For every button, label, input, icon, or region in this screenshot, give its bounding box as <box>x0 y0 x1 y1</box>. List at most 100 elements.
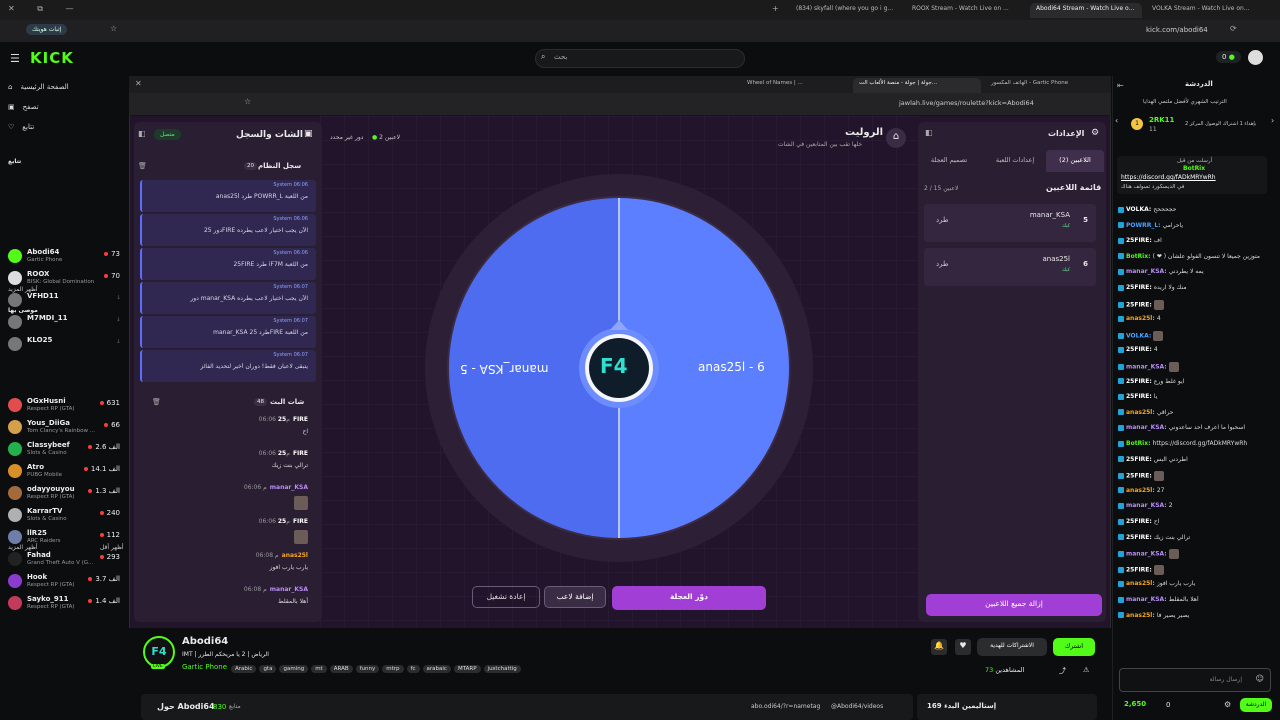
nav-home[interactable]: ⌂ الصفحة الرئيسية <box>8 83 69 91</box>
inner-url[interactable]: jawlah.live/games/roulette?kick=Abodi64 <box>899 99 1034 107</box>
chat-username[interactable]: manar_KSA: <box>1126 268 1169 275</box>
tab-roox[interactable]: ROOX Stream - Watch Live on ... <box>906 3 1026 18</box>
show-less[interactable]: أظهر أقل <box>100 544 124 551</box>
settings-icon[interactable]: ⚙ <box>1224 700 1231 709</box>
collapse-icon[interactable]: ◧ <box>138 129 146 138</box>
social-youtube[interactable]: @Abodi64/videos <box>831 703 883 710</box>
chat-username[interactable]: anas25l: <box>1126 612 1157 619</box>
stream-tag[interactable]: mt <box>311 665 327 673</box>
chat-username[interactable]: VOLKA: <box>1126 332 1153 339</box>
sidebar-channel[interactable]: Hook Respect RP (GTA) 3.7 الف <box>6 572 124 594</box>
search-input[interactable]: بحث <box>535 49 745 68</box>
chat-username[interactable]: 25FIRE: <box>1126 473 1154 480</box>
chat-username[interactable]: 25FIRE: <box>1126 237 1154 244</box>
kick-player-button[interactable]: طرد <box>936 260 949 268</box>
sidebar-channel[interactable]: Atro PUBG Mobile 14.1 الف <box>6 462 124 484</box>
inner-tab-gartic[interactable]: الهاتف المكسور - Gartic Phone <box>985 78 1105 93</box>
window-controls[interactable]: ✕ ⧉ — <box>8 4 84 14</box>
reload-icon[interactable]: ⟳ <box>1230 24 1237 33</box>
trash-icon[interactable]: 🗑 <box>152 398 161 406</box>
send-chat-button[interactable]: الدردشة <box>1240 698 1272 712</box>
menu-icon[interactable]: ☰ <box>10 52 20 65</box>
star-icon[interactable]: ☆ <box>244 97 251 106</box>
stream-tag[interactable]: Arabic <box>231 665 257 673</box>
restart-button[interactable]: إعادة تشغيل <box>472 586 540 608</box>
new-tab-button[interactable]: + <box>772 4 779 13</box>
chat-username[interactable]: manar_KSA: <box>1126 551 1169 558</box>
chat-username[interactable]: anas25l: <box>1126 487 1157 494</box>
inner-tab-wheel[interactable]: Wheel of Names | ... <box>741 78 849 93</box>
spin-button[interactable]: دوّر العجلة <box>612 586 766 610</box>
stream-tag[interactable]: justchattig <box>483 665 521 673</box>
inner-tab-jawlah[interactable]: جولة | جولة - منصة الألعاب الت... <box>853 78 981 93</box>
pinned-message[interactable]: أرسلت من قبل BotRix https://discord.gg/f… <box>1117 156 1267 194</box>
chat-username[interactable]: manar_KSA: <box>1126 424 1169 431</box>
sidebar-channel[interactable]: Fahad Grand Theft Auto V (G... 293 <box>6 550 124 572</box>
social-instagram[interactable]: abo.odi64/?r=nametag <box>751 703 820 710</box>
bell-icon[interactable]: 🔔 <box>931 639 947 655</box>
share-icon[interactable]: ⤴ <box>1059 666 1066 676</box>
tab-volka[interactable]: VOLKA Stream - Watch Live on... <box>1146 3 1266 18</box>
wallet-badge[interactable]: 0 ● <box>1216 51 1241 63</box>
chat-username[interactable]: 25FIRE: <box>1126 301 1154 308</box>
chat-username[interactable]: manar_KSA: <box>1126 502 1169 509</box>
pinned-link[interactable]: https://discord.gg/fADkMRYwRh <box>1121 174 1216 181</box>
sidebar-channel[interactable]: Abodi64 Gartic Phone 73 <box>6 247 124 269</box>
stream-tag[interactable]: funny <box>355 665 380 673</box>
stream-tag[interactable]: arabaic <box>422 665 451 673</box>
gift-subs-button[interactable]: الاشتراكات للهدية <box>977 638 1047 656</box>
chat-username[interactable]: 25FIRE: <box>1126 534 1154 541</box>
chat-username[interactable]: BotRix: <box>1126 440 1153 447</box>
chat-input[interactable]: إرسال رسالة ☺ <box>1119 668 1271 692</box>
leader-card[interactable]: 1 2RK11 11 بإهداء 1 اشتراك الوصول المركز… <box>1129 114 1267 136</box>
chat-username[interactable]: anas25l: <box>1126 580 1157 587</box>
stream-tag[interactable]: mtrp <box>382 665 404 673</box>
collapse-chat-icon[interactable]: ⇤ <box>1117 81 1124 90</box>
chat-username[interactable]: anas25l: <box>1126 409 1157 416</box>
settings-tab[interactable]: اللاعبين (2) <box>1046 150 1104 172</box>
chat-username[interactable]: 25FIRE: <box>1126 378 1154 385</box>
sidebar-channel[interactable]: KarrarTV Slots & Casino 240 <box>6 506 124 528</box>
stream-tag[interactable]: gta <box>259 665 277 673</box>
stream-tag[interactable]: ARAB <box>329 665 353 673</box>
sidebar-channel[interactable]: M7MDI_11 ↆ <box>6 313 124 335</box>
channel-points[interactable]: 2,650 <box>1124 700 1146 708</box>
add-player-button[interactable]: إضافة لاعب <box>544 586 606 608</box>
avatar[interactable] <box>1248 50 1263 65</box>
nav-browse[interactable]: ▣ تصفح <box>8 103 39 111</box>
settings-tab[interactable]: إعدادات اللعبة <box>986 150 1044 172</box>
sidebar-channel[interactable]: KLO25 ↆ <box>6 335 124 357</box>
subscribe-button[interactable]: اشترك <box>1053 638 1095 656</box>
show-more-recommended[interactable]: أظهر المزيد <box>8 544 38 551</box>
chat-username[interactable]: manar_KSA: <box>1126 364 1169 371</box>
home-icon[interactable]: ⌂ <box>886 128 906 148</box>
nav-following[interactable]: ♡ تتابع <box>8 123 34 131</box>
tab-skyfall[interactable]: (834) skyfall (where you go i g... <box>790 3 902 18</box>
sidebar-channel[interactable]: OGxHusni Respect RP (GTA) 631 <box>6 396 124 418</box>
url-text[interactable]: kick.com/abodi64 <box>1146 26 1208 34</box>
chat-username[interactable]: 25FIRE: <box>1126 566 1154 573</box>
chat-username[interactable]: 25FIRE: <box>1126 284 1154 291</box>
kick-logo[interactable]: KICK <box>30 49 74 67</box>
stream-tag[interactable]: MTARP <box>453 665 481 673</box>
verify-identity-button[interactable]: إثبات هويتك <box>26 24 68 35</box>
chat-username[interactable]: anas25l: <box>1126 315 1157 322</box>
stream-category[interactable]: Gartic Phone <box>182 663 227 671</box>
close-icon[interactable]: ✕ <box>135 79 142 88</box>
kick-player-button[interactable]: طرد <box>936 216 949 224</box>
channel-name[interactable]: Abodi64 <box>182 636 228 647</box>
tab-abodi64[interactable]: Abodi64 Stream - Watch Live o... <box>1030 3 1142 18</box>
show-more-following[interactable]: أظهر المزيد <box>8 286 38 293</box>
stream-tag[interactable]: gaming <box>279 665 309 673</box>
stream-tag[interactable]: fc <box>406 665 420 673</box>
sidebar-channel[interactable]: Yous_DiiGa Tom Clancy's Rainbow ... 66 <box>6 418 124 440</box>
remove-all-button[interactable]: إزالة جميع اللاعبين <box>926 594 1102 616</box>
chat-username[interactable]: BotRix: <box>1126 253 1153 260</box>
emoji-icon[interactable]: ☺ <box>1256 674 1264 683</box>
chat-username[interactable]: VOLKA: <box>1126 206 1153 213</box>
chat-username[interactable]: 25FIRE: <box>1126 346 1154 353</box>
settings-tab[interactable]: تصميم العجلة <box>920 150 978 172</box>
chevron-right-icon[interactable]: › <box>1271 116 1274 125</box>
chat-username[interactable]: 25FIRE: <box>1126 393 1154 400</box>
report-icon[interactable]: ⚠ <box>1083 666 1089 674</box>
